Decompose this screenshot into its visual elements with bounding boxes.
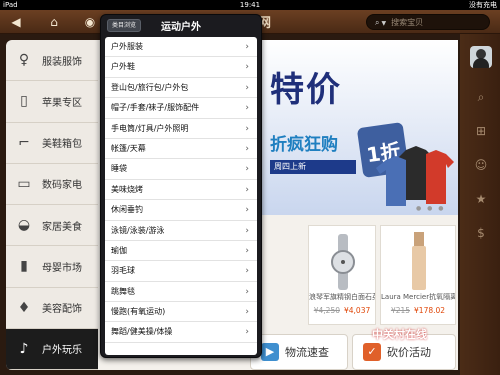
guitar-icon: ♪ — [19, 340, 29, 357]
chevron-right-icon: › — [245, 123, 249, 134]
chevron-right-icon: › — [245, 266, 249, 277]
list-item[interactable]: 瑜伽 › — [105, 241, 257, 262]
battery-status: 没有充电 — [469, 1, 497, 9]
promo-banner[interactable]: 特价 折疯狂购 周四上新 1折 ● ● ● — [248, 40, 458, 215]
sidebar-item-label: 美容配饰 — [42, 304, 82, 316]
chevron-down-icon: ▼ — [381, 20, 387, 27]
monitor-icon: ▭ — [17, 175, 31, 192]
sidebar-item-clothing[interactable]: ♀ 服装服饰 — [6, 40, 98, 82]
chevron-right-icon: › — [245, 245, 249, 256]
chevron-right-icon: › — [245, 205, 249, 216]
chevron-right-icon: › — [245, 225, 249, 236]
product-name: 浪琴军旗精钢白面石英 — [309, 293, 375, 301]
list-item[interactable]: 慢跑(有氧运动) › — [105, 302, 257, 323]
coin-icon[interactable]: $ — [472, 224, 490, 242]
banner-dayline: 周四上新 — [270, 160, 356, 174]
chevron-right-icon: › — [245, 62, 249, 73]
product-card[interactable]: Laura Mercier抗氧隔离 ¥215 ¥178.02 — [380, 225, 456, 325]
logistics-button[interactable]: ▶ 物流速查 — [250, 334, 348, 370]
category-sidebar: ♀ 服装服饰 ▯ 苹果专区 ⌐ 美鞋箱包 ▭ 数码家电 ◒ 家居美食 ▮ 母婴市场 ♦ 美容配… — [6, 40, 98, 370]
back-button[interactable]: 类目浏览 — [107, 19, 142, 32]
cart-icon[interactable]: ⊞ — [472, 122, 490, 140]
dropdown-title: 运动户外 — [161, 22, 201, 33]
status-bar: iPad 19:41 没有充电 — [0, 0, 500, 10]
sidebar-item-label: 母婴市场 — [42, 262, 82, 274]
chevron-right-icon: › — [245, 164, 249, 175]
list-item[interactable]: 手电筒/灯具/户外照明 › — [105, 119, 257, 139]
chevron-right-icon: › — [245, 307, 249, 318]
message-icon[interactable]: ☺ — [472, 156, 490, 174]
chevron-right-icon: › — [245, 327, 249, 338]
list-item[interactable]: 泳镜/泳装/游泳 › — [105, 221, 257, 241]
eye-icon[interactable]: ◉ — [82, 14, 98, 30]
list-item[interactable]: 户外服装 › — [105, 37, 257, 58]
product-name: Laura Mercier抗氧隔离 — [381, 293, 455, 301]
search-input[interactable]: ⌕ ▼ 搜索宝贝 — [366, 14, 490, 30]
list-item[interactable]: 登山包/旅行包/户外包 › — [105, 78, 257, 99]
dropdown-list: 户外服装 › 户外鞋 › 登山包/旅行包/户外包 › 帽子/手套/袜子/服饰配件 › 手… — [105, 37, 257, 355]
sidebar-item-label: 苹果专区 — [42, 97, 82, 109]
pot-icon: ◒ — [17, 217, 31, 234]
sidebar-item-beauty[interactable]: ♦ 美容配饰 — [6, 288, 98, 329]
button-label: 砍价活动 — [387, 346, 431, 359]
chevron-right-icon: › — [245, 143, 249, 154]
phone-icon: ▯ — [20, 93, 28, 110]
banner-subline: 折疯狂购 — [270, 135, 338, 155]
bottle-icon: ▮ — [20, 258, 28, 275]
sidebar-item-label: 数码家电 — [42, 180, 82, 192]
truck-icon: ▶ — [261, 343, 279, 361]
sidebar-item-mother-baby[interactable]: ▮ 母婴市场 — [6, 246, 98, 288]
watermark: 中关村在线 — [372, 328, 427, 341]
product-card[interactable]: 浪琴军旗精钢白面石英 ¥4,250 ¥4,037 — [308, 225, 376, 325]
chevron-right-icon: › — [245, 82, 249, 93]
chevron-right-icon: › — [245, 286, 249, 297]
sidebar-item-shoes-bags[interactable]: ⌐ 美鞋箱包 — [6, 123, 98, 164]
chevron-right-icon: › — [245, 42, 249, 52]
bargain-icon: ✓ — [363, 343, 381, 361]
sidebar-item-label: 户外玩乐 — [42, 345, 82, 357]
list-item[interactable]: 跳舞毯 › — [105, 282, 257, 303]
home-icon[interactable]: ⌂ — [46, 14, 62, 30]
search-icon: ⌕ — [375, 18, 380, 27]
cosmetic-icon: ♦ — [17, 299, 31, 316]
list-item[interactable]: 户外鞋 › — [105, 57, 257, 78]
chevron-right-icon: › — [245, 184, 249, 195]
list-item[interactable]: 帐篷/天幕 › — [105, 139, 257, 160]
list-item[interactable]: 睡袋 › — [105, 159, 257, 180]
watch-icon — [331, 234, 355, 290]
product-price: ¥4,250 ¥4,037 — [313, 306, 371, 315]
carousel-dots[interactable]: ● ● ● — [416, 205, 446, 212]
list-item[interactable]: 羽毛球 › — [105, 261, 257, 282]
banner-headline: 特价 — [270, 70, 342, 110]
clock: 19:41 — [239, 1, 261, 9]
list-item[interactable]: 帽子/手套/袜子/服饰配件 › — [105, 98, 257, 119]
tshirts-image — [376, 146, 454, 206]
list-item[interactable]: 休闲垂钓 › — [105, 200, 257, 221]
back-arrow-icon[interactable]: ◀ — [8, 14, 24, 30]
sidebar-item-home-food[interactable]: ◒ 家居美食 — [6, 205, 98, 247]
search-placeholder: 搜索宝贝 — [391, 18, 424, 27]
sidebar-item-electronics[interactable]: ▭ 数码家电 — [6, 164, 98, 205]
chevron-right-icon: › — [245, 103, 249, 114]
heel-icon: ⌐ — [18, 134, 30, 151]
sidebar-item-label: 家居美食 — [42, 221, 82, 233]
sidebar-item-label: 美鞋箱包 — [42, 139, 82, 151]
dropdown-header: 类目浏览 运动户外 — [101, 15, 261, 35]
sidebar-item-outdoor[interactable]: ♪ 户外玩乐 — [6, 328, 98, 370]
right-toolbar: ⌕ ⊞ ☺ ★ $ — [460, 34, 500, 375]
dress-icon: ♀ — [18, 52, 30, 69]
sidebar-item-apple[interactable]: ▯ 苹果专区 — [6, 81, 98, 123]
search-icon[interactable]: ⌕ — [472, 88, 490, 106]
list-item[interactable]: 美味烧烤 › — [105, 180, 257, 201]
sidebar-item-label: 服装服饰 — [42, 56, 82, 68]
product-price: ¥215 ¥178.02 — [390, 306, 446, 315]
button-label: 物流速查 — [285, 346, 329, 359]
avatar[interactable] — [470, 46, 492, 68]
category-dropdown: 类目浏览 运动户外 户外服装 › 户外鞋 › 登山包/旅行包/户外包 › 帽子/手套/… — [100, 14, 262, 358]
cosmetic-bottle-icon — [412, 232, 426, 290]
list-item[interactable]: 舞蹈/健美操/体操 › — [105, 322, 257, 343]
star-icon[interactable]: ★ — [472, 190, 490, 208]
